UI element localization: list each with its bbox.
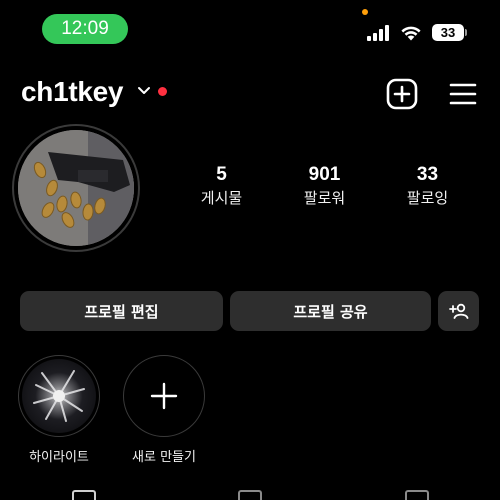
stat-following[interactable]: 33 팔로잉 [376,163,479,213]
highlight-cover-art [33,370,85,422]
share-profile-button[interactable]: 프로필 공유 [230,291,431,331]
grid-tab-icon[interactable] [72,490,96,500]
avatar-photo-art [18,130,134,246]
tagged-tab-icon[interactable] [405,490,429,500]
edit-profile-button[interactable]: 프로필 편집 [20,291,223,331]
highlight-item[interactable]: 하이라이트 [13,355,105,465]
following-label: 팔로잉 [406,189,449,207]
create-plus-square-icon[interactable] [386,78,418,110]
stat-followers[interactable]: 901 팔로워 [273,163,376,213]
chevron-down-icon[interactable] [137,86,151,96]
battery-indicator: 33 [432,24,464,41]
profile-header: ch1tkey [0,74,500,114]
new-highlight-button[interactable]: 새로 만들기 [118,355,210,465]
following-count: 33 [416,164,439,185]
posts-label: 게시물 [200,189,243,207]
notification-dot [158,87,167,96]
status-time[interactable]: 12:09 [42,14,128,44]
avatar-image [18,130,134,246]
reels-tab-icon[interactable] [238,490,262,500]
status-bar: 12:09 33 [0,0,500,58]
privacy-indicator-dot [362,9,368,15]
followers-count: 901 [308,164,341,185]
highlight-label: 하이라이트 [29,450,89,465]
new-highlight-ring [123,355,205,437]
add-person-icon [448,303,468,319]
highlight-ring [18,355,100,437]
new-highlight-label: 새로 만들기 [132,450,196,465]
highlight-cover-image [22,359,96,433]
content-tab-bar [0,490,500,500]
battery-cap [465,29,467,36]
profile-screen: 12:09 33 ch1tkey 5 게시물 901 팔로워 33 팔로잉 프로… [0,0,500,500]
profile-avatar[interactable] [12,124,140,252]
followers-label: 팔로워 [303,189,346,207]
discover-people-button[interactable] [438,291,479,331]
username-title[interactable]: ch1tkey [21,76,124,108]
plus-icon [150,382,178,410]
cellular-signal-icon [367,24,391,41]
hamburger-menu-icon[interactable] [448,80,478,108]
wifi-icon [401,26,421,41]
posts-count: 5 [216,164,227,185]
profile-stats: 5 게시물 901 팔로워 33 팔로잉 [170,163,480,213]
stat-posts[interactable]: 5 게시물 [170,163,273,213]
